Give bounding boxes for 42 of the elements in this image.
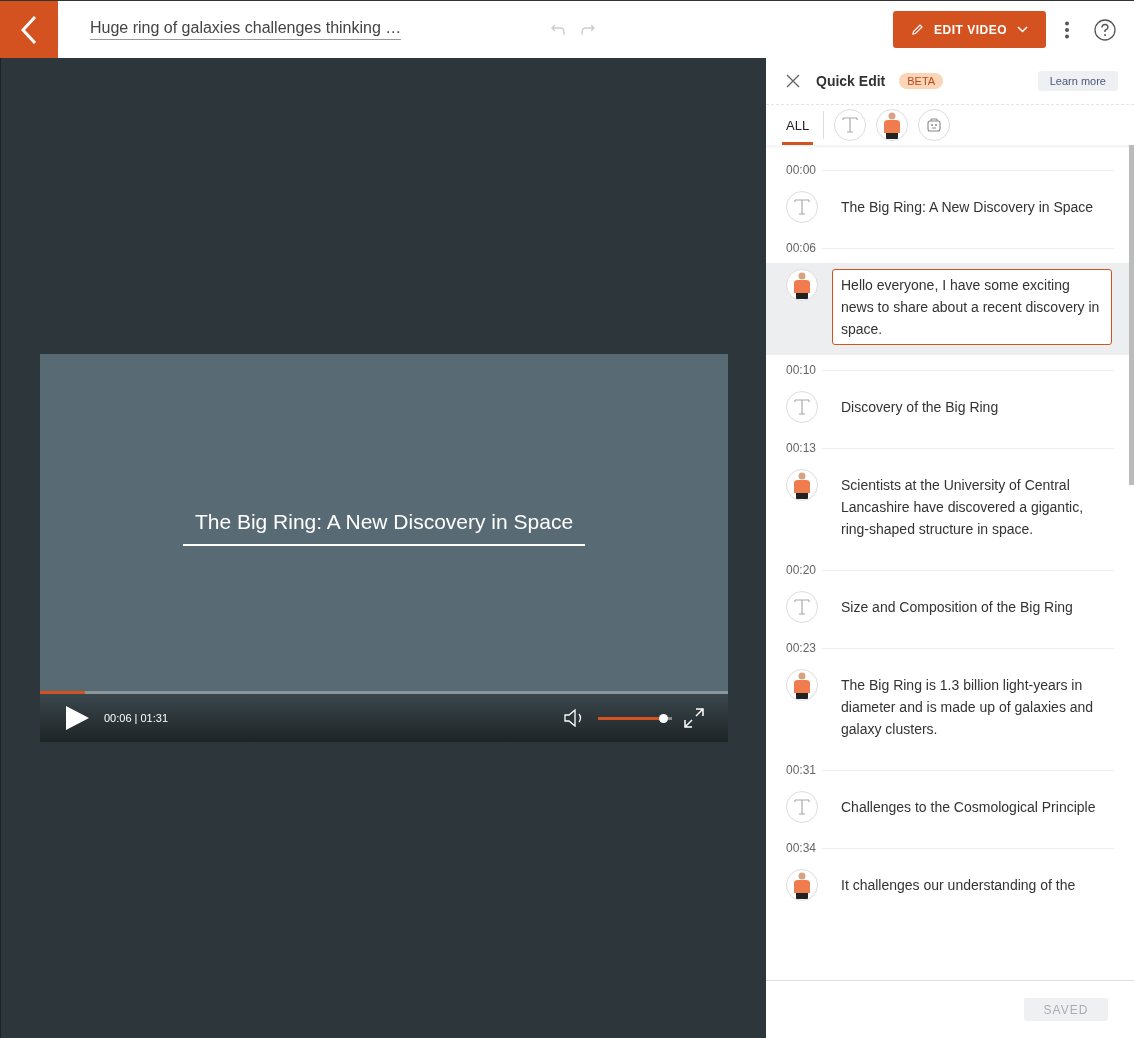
help-icon[interactable] (1094, 18, 1116, 41)
avatar-icon (786, 669, 818, 701)
progress-track[interactable] (40, 691, 728, 694)
script-text: Challenges to the Cosmological Principle (840, 798, 1097, 817)
learn-more-button[interactable]: Learn more (1037, 71, 1118, 91)
edit-video-button[interactable]: EDIT VIDEO (893, 11, 1046, 48)
timestamp: 00:00 (786, 163, 817, 177)
timestamp: 00:13 (786, 441, 817, 455)
text-icon (786, 791, 818, 823)
back-button[interactable] (0, 1, 58, 58)
pencil-icon (911, 23, 924, 36)
timestamp: 00:23 (786, 641, 817, 655)
timestamp: 00:31 (786, 763, 817, 777)
script-text: Scientists at the University of Central Lancashire have discovered a gigantic, ring-shaped structure in space. (840, 476, 1085, 539)
script-text: The Big Ring is 1.3 billion light-years in diameter and is made up of galaxies and galaxy clusters. (840, 676, 1095, 739)
time-display: 00:06 | 01:31 (104, 712, 169, 724)
avatar-icon (786, 269, 818, 301)
beta-badge: BETA (899, 73, 944, 89)
timestamp: 00:34 (786, 841, 817, 855)
timestamp: 00:06 (786, 241, 817, 255)
video-title[interactable]: Huge ring of galaxies challenges thinking … (90, 19, 402, 40)
avatar-filter-icon[interactable] (876, 109, 909, 141)
script-text: The Big Ring: A New Discovery in Space (840, 198, 1095, 217)
more-icon[interactable] (1064, 20, 1070, 39)
timestamp: 00:10 (786, 363, 817, 377)
panel-title: Quick Edit (816, 73, 886, 89)
text-icon (786, 191, 818, 223)
caret-icon (1017, 26, 1028, 33)
avatar-icon (786, 469, 818, 501)
script-text-field[interactable]: Hello everyone, I have some exciting news to share about a recent discovery in space. (832, 269, 1112, 345)
script-text: It challenges our understanding of the (840, 876, 1077, 895)
play-icon[interactable] (64, 705, 90, 731)
filter-tab[interactable]: ALL (782, 105, 814, 145)
text-icon (786, 591, 818, 623)
text-icon (786, 391, 818, 423)
timestamp: 00:20 (786, 563, 817, 577)
video-caption: The Big Ring: A New Discovery in Space (182, 509, 586, 546)
fullscreen-icon[interactable] (684, 708, 704, 728)
script-text: Size and Composition of the Big Ring (840, 598, 1074, 617)
script-text: Discovery of the Big Ring (840, 398, 1000, 417)
avatar-icon (786, 869, 818, 901)
close-icon[interactable] (786, 74, 800, 88)
